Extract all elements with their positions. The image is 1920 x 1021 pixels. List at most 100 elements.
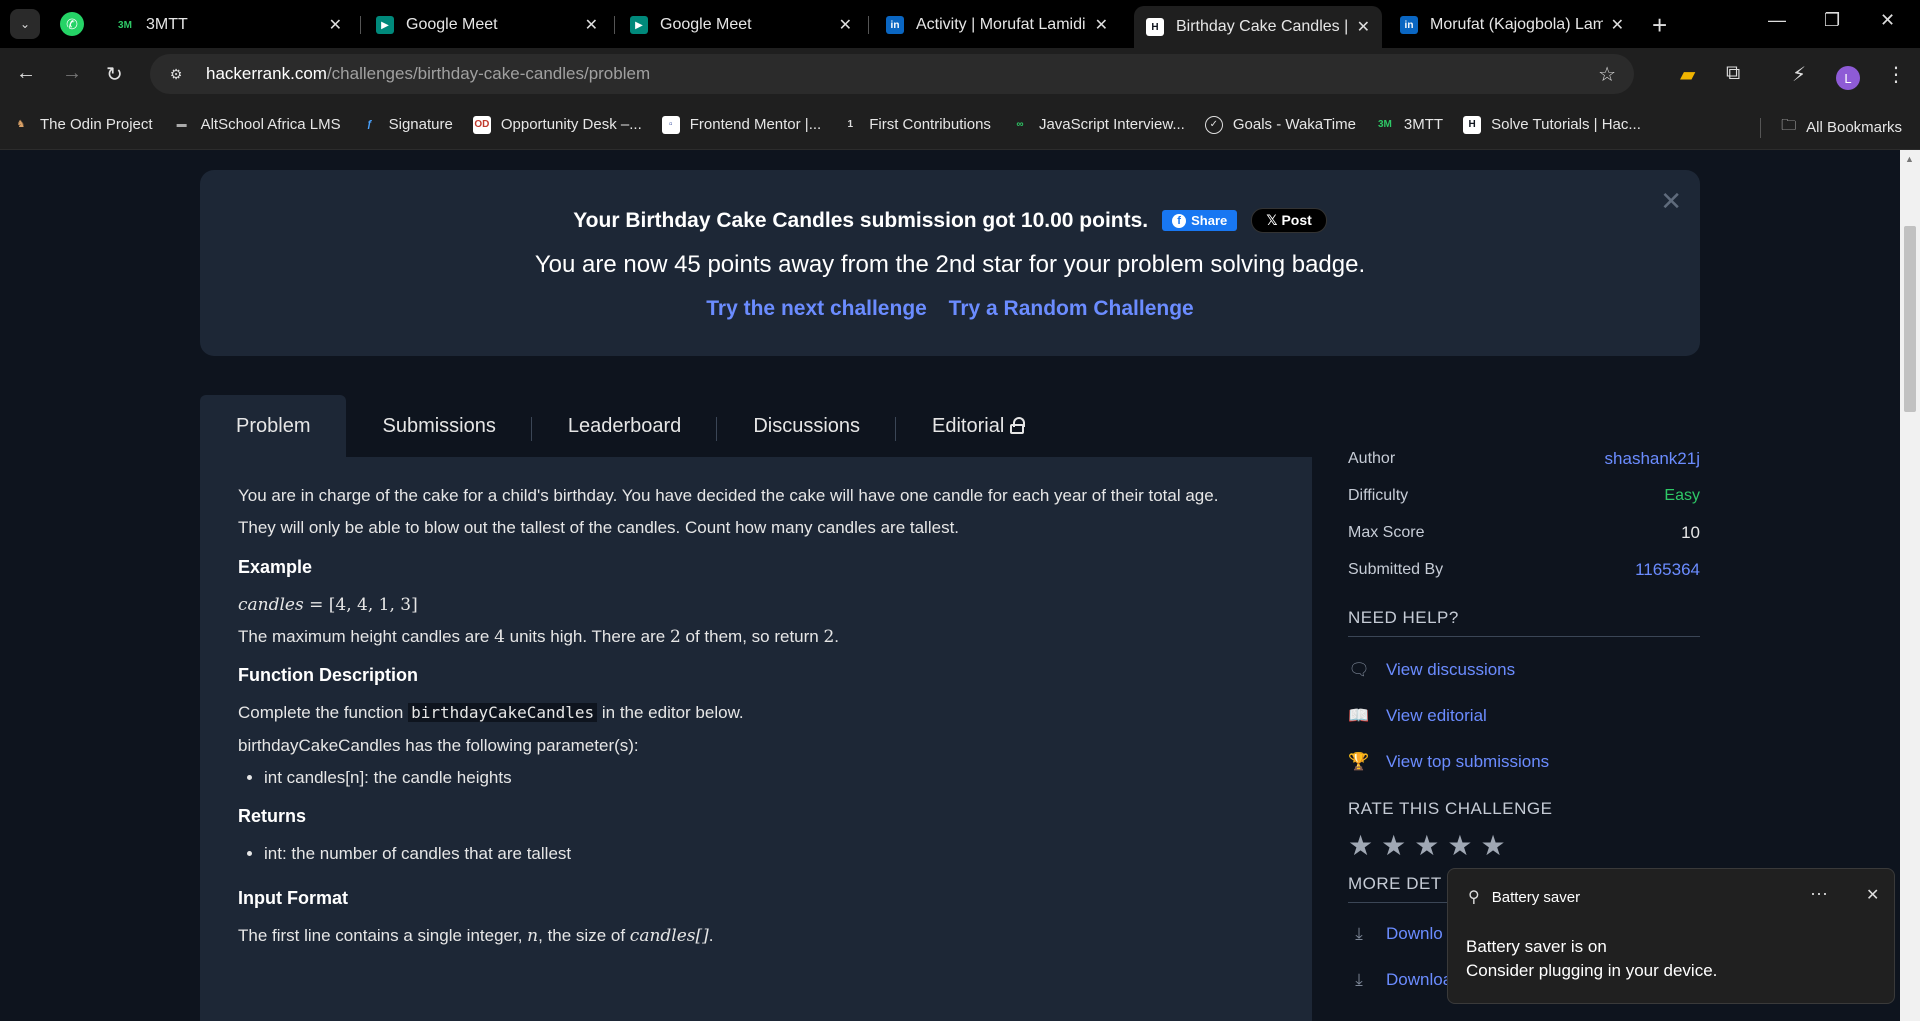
address-bar[interactable]: ⚙ hackerrank.com/challenges/birthday-cak… bbox=[150, 54, 1634, 94]
browser-tab-linkedin-activity[interactable]: in Activity | Morufat Lamidi | ✕ bbox=[874, 6, 1120, 44]
minimize-icon[interactable]: — bbox=[1768, 10, 1786, 31]
restore-icon[interactable]: ❐ bbox=[1824, 10, 1840, 31]
bookmark-frontend-mentor[interactable]: ▫ Frontend Mentor |... bbox=[661, 115, 821, 134]
trophy-icon: 🏆 bbox=[1348, 752, 1370, 771]
max-score-value: 10 bbox=[1681, 522, 1700, 542]
more-options-icon[interactable]: ··· bbox=[1810, 883, 1828, 904]
tab-search-button[interactable]: ⌄ bbox=[10, 9, 40, 39]
wallet-extension-icon[interactable]: ▰ bbox=[1680, 62, 1695, 87]
tab-submissions[interactable]: Submissions bbox=[346, 395, 532, 457]
bookmark-3mtt[interactable]: 3M 3MTT bbox=[1376, 116, 1443, 134]
random-challenge-link[interactable]: Try a Random Challenge bbox=[949, 297, 1194, 320]
view-top-submissions-link[interactable]: 🏆 View top submissions bbox=[1348, 739, 1700, 785]
meta-label: Submitted By bbox=[1348, 560, 1444, 578]
bookmark-opportunity-desk[interactable]: OD Opportunity Desk –... bbox=[472, 115, 642, 134]
text: units high. There are bbox=[504, 626, 670, 646]
author-link[interactable]: shashank21j bbox=[1605, 449, 1700, 469]
tab-editorial[interactable]: Editorial bbox=[896, 395, 1060, 457]
facebook-share-button[interactable]: f Share bbox=[1162, 210, 1238, 231]
page-scrollbar[interactable]: ▲ bbox=[1900, 150, 1920, 1021]
banner-close-icon[interactable]: ✕ bbox=[1660, 186, 1682, 217]
example-heading: Example bbox=[238, 556, 313, 577]
post-label: Post bbox=[1281, 212, 1312, 228]
toast-line-2: Consider plugging in your device. bbox=[1466, 960, 1718, 980]
star-icon[interactable]: ★ bbox=[1480, 829, 1505, 862]
bookmark-altschool[interactable]: ▬ AltSchool Africa LMS bbox=[173, 116, 341, 134]
view-editorial-link[interactable]: 📖 View editorial bbox=[1348, 693, 1700, 739]
bookmark-signature[interactable]: ƒ Signature bbox=[361, 116, 453, 134]
browser-tab-3mtt[interactable]: 3M 3MTT ✕ bbox=[104, 6, 354, 44]
star-icon[interactable]: ★ bbox=[1348, 829, 1373, 862]
submitted-by-link[interactable]: 1165364 bbox=[1635, 560, 1700, 580]
tab-discussions[interactable]: Discussions bbox=[717, 395, 897, 457]
x-logo-icon: 𝕏 bbox=[1266, 212, 1282, 228]
tab-title: Activity | Morufat Lamidi | bbox=[916, 16, 1087, 33]
math-var: candles[] bbox=[629, 926, 709, 947]
close-icon[interactable]: ✕ bbox=[1095, 15, 1108, 35]
x-post-button[interactable]: 𝕏 Post bbox=[1251, 208, 1327, 233]
browser-tab-google-meet-1[interactable]: ▶ Google Meet ✕ bbox=[364, 6, 610, 44]
altschool-icon: ▬ bbox=[176, 119, 187, 130]
back-arrow-icon[interactable]: ← bbox=[16, 62, 36, 85]
bookmark-solve-tutorials[interactable]: H Solve Tutorials | Hac... bbox=[1463, 115, 1641, 134]
function-name-code: birthdayCakeCandles bbox=[408, 703, 598, 723]
3mtt-icon: 3M bbox=[1377, 119, 1392, 130]
next-challenge-link[interactable]: Try the next challenge bbox=[706, 297, 927, 320]
browser-tab-linkedin-profile[interactable]: in Morufat (Kajogbola) Lami ✕ bbox=[1388, 6, 1636, 44]
close-icon[interactable]: ✕ bbox=[1611, 15, 1624, 35]
star-icon[interactable]: ★ bbox=[1447, 829, 1472, 862]
new-tab-plus-icon[interactable]: + bbox=[1652, 10, 1667, 41]
url-text[interactable]: hackerrank.com/challenges/birthday-cake-… bbox=[206, 64, 650, 84]
text: . bbox=[708, 926, 714, 946]
all-bookmarks-button[interactable]: 🗀 All Bookmarks bbox=[1760, 115, 1902, 140]
view-discussions-link[interactable]: 🗨 View discussions bbox=[1348, 647, 1700, 693]
bookmark-label: The Odin Project bbox=[40, 116, 153, 133]
star-icon[interactable]: ★ bbox=[1381, 829, 1406, 862]
frontend-mentor-icon: ▫ bbox=[661, 115, 680, 134]
bookmark-javascript-interview[interactable]: ∞ JavaScript Interview... bbox=[1011, 116, 1184, 134]
bookmark-wakatime[interactable]: ✓ Goals - WakaTime bbox=[1204, 115, 1356, 134]
banner-line-1: Your Birthday Cake Candles submission go… bbox=[200, 208, 1700, 233]
rating-stars: ★ ★ ★ ★ ★ bbox=[1348, 829, 1700, 862]
profile-avatar[interactable]: L bbox=[1836, 66, 1860, 90]
scrollbar-thumb[interactable] bbox=[1904, 226, 1916, 412]
url-host: hackerrank.com bbox=[206, 64, 327, 83]
reload-icon[interactable]: ↻ bbox=[106, 62, 123, 87]
list-item: int candles[n]: the candle heights bbox=[264, 765, 1274, 791]
banner-links: Try the next challenge Try a Random Chal… bbox=[200, 297, 1700, 321]
browser-tab-hackerrank[interactable]: H Birthday Cake Candles | H ✕ bbox=[1134, 6, 1382, 48]
tab-title: Birthday Cake Candles | H bbox=[1176, 18, 1349, 35]
extensions-puzzle-icon[interactable]: ⧉ bbox=[1726, 62, 1740, 85]
intro-text-2: They will only be able to blow out the t… bbox=[238, 518, 960, 538]
browser-toolbar: ← → ↻ ⚙ hackerrank.com/challenges/birthd… bbox=[0, 48, 1920, 100]
tab-separator bbox=[360, 16, 361, 34]
parameter-list: int candles[n]: the candle heights bbox=[264, 765, 1274, 791]
tab-problem[interactable]: Problem bbox=[200, 395, 347, 457]
tab-title: Google Meet bbox=[406, 16, 498, 33]
forward-arrow-icon[interactable]: → bbox=[62, 62, 82, 85]
browser-tab-google-meet-2[interactable]: ▶ Google Meet ✕ bbox=[618, 6, 864, 44]
tab-title: 3MTT bbox=[146, 16, 188, 33]
scroll-up-arrow-icon[interactable]: ▲ bbox=[1905, 154, 1914, 164]
folder-icon: 🗀 bbox=[1781, 117, 1797, 134]
close-icon[interactable]: ✕ bbox=[1357, 17, 1370, 37]
close-icon[interactable]: ✕ bbox=[839, 15, 852, 35]
rate-challenge-heading: RATE THIS CHALLENGE bbox=[1348, 799, 1553, 818]
more-menu-icon[interactable]: ⋮ bbox=[1886, 62, 1906, 87]
bookmark-odin-project[interactable]: ♞ The Odin Project bbox=[12, 116, 153, 134]
bookmark-star-icon[interactable]: ☆ bbox=[1598, 62, 1616, 87]
performance-icon[interactable]: ⚡ bbox=[1792, 62, 1806, 87]
window-close-icon[interactable]: ✕ bbox=[1880, 10, 1895, 31]
close-icon[interactable]: ✕ bbox=[329, 15, 342, 35]
odin-icon: ♞ bbox=[16, 119, 26, 130]
lock-icon bbox=[1010, 417, 1026, 434]
tab-leaderboard[interactable]: Leaderboard bbox=[532, 395, 718, 457]
whatsapp-pinned-tab[interactable]: ✆ bbox=[60, 12, 84, 36]
tab-label: Editorial bbox=[932, 414, 1005, 437]
bookmark-first-contributions[interactable]: 1 First Contributions bbox=[841, 116, 991, 134]
close-icon[interactable]: ✕ bbox=[585, 15, 598, 35]
url-path: /challenges/birthday-cake-candles/proble… bbox=[326, 64, 651, 83]
toast-close-icon[interactable]: ✕ bbox=[1866, 885, 1879, 905]
star-icon[interactable]: ★ bbox=[1414, 829, 1439, 862]
site-settings-icon[interactable]: ⚙ bbox=[166, 64, 186, 84]
